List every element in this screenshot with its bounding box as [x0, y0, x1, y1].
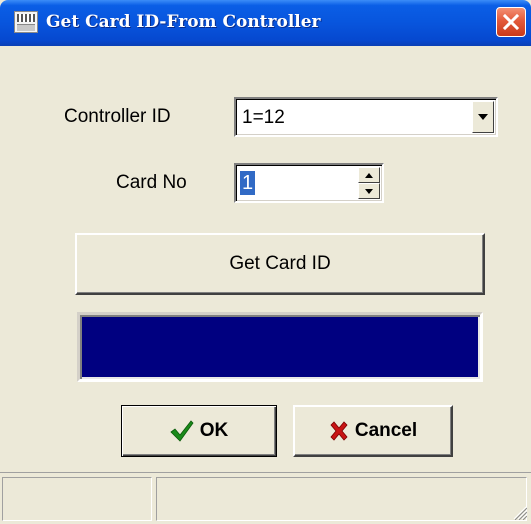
status-panel-2 — [156, 477, 527, 521]
ok-button[interactable]: OK — [121, 405, 277, 457]
close-icon — [502, 13, 520, 31]
resize-grip-icon[interactable] — [511, 504, 527, 520]
ok-label: OK — [199, 420, 229, 441]
x-icon — [330, 421, 348, 441]
app-icon — [14, 11, 38, 33]
spin-down-button[interactable] — [358, 183, 380, 199]
card-id-result-display — [77, 312, 483, 382]
card-no-value[interactable]: 1 — [240, 171, 256, 195]
card-no-stepper[interactable]: 1 — [234, 163, 384, 203]
spin-buttons — [358, 167, 380, 199]
window-title: Get Card ID-From Controller — [46, 12, 321, 32]
check-icon — [170, 420, 194, 442]
spin-up-icon — [365, 172, 373, 178]
controller-id-label: Controller ID — [64, 106, 171, 127]
controller-id-select[interactable]: 1=12 — [234, 97, 498, 137]
cancel-label: Cancel — [354, 420, 418, 441]
get-card-id-label: Get Card ID — [229, 253, 331, 274]
cancel-button[interactable]: Cancel — [293, 405, 453, 457]
close-button[interactable] — [496, 7, 526, 37]
chevron-down-icon — [478, 114, 488, 120]
status-bar — [0, 472, 531, 524]
dialog-window: Get Card ID-From Controller Controller I… — [0, 0, 531, 524]
spin-down-icon — [365, 188, 373, 194]
dropdown-button[interactable] — [472, 101, 494, 133]
title-bar[interactable]: Get Card ID-From Controller — [0, 0, 531, 46]
controller-id-value: 1=12 — [242, 107, 285, 128]
get-card-id-button[interactable]: Get Card ID — [75, 233, 485, 295]
spin-up-button[interactable] — [358, 167, 380, 183]
status-panel-1 — [2, 477, 152, 521]
card-no-label: Card No — [116, 172, 187, 193]
